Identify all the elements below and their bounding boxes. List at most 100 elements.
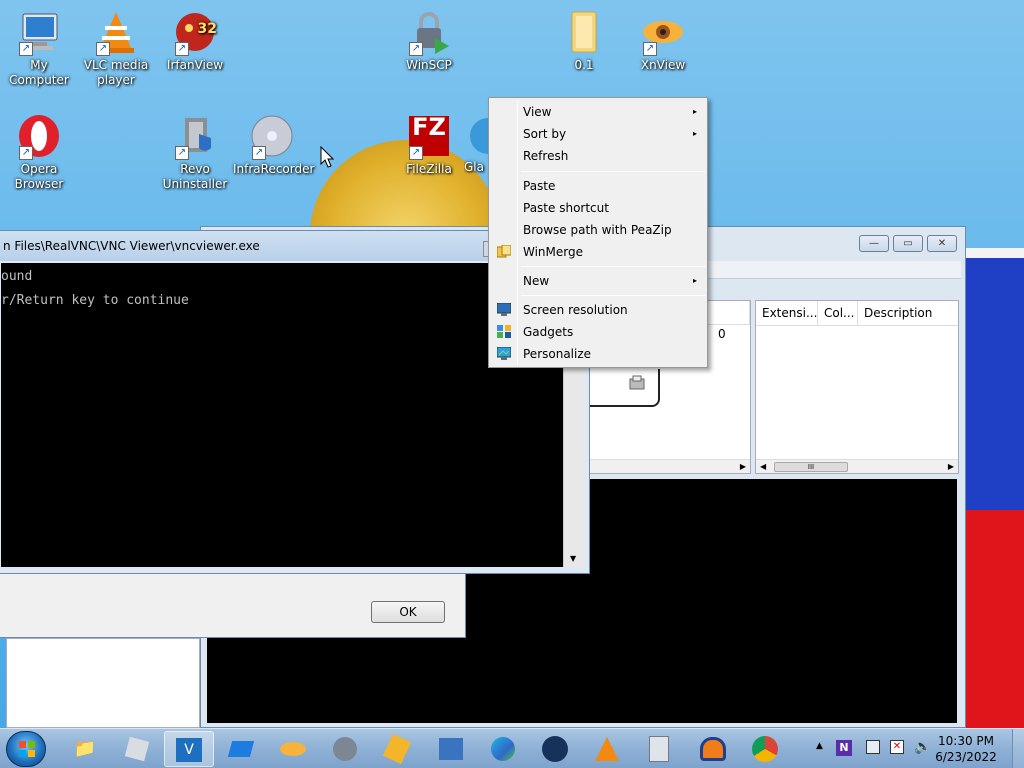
- xnview-icon: ↗: [639, 8, 687, 56]
- taskbar-audacity[interactable]: [688, 731, 738, 767]
- taskbar-explorer[interactable]: 📁: [60, 731, 110, 767]
- menu-item-sort-by[interactable]: Sort by ▸: [491, 123, 705, 145]
- left-white-panel: [6, 638, 200, 728]
- menu-item-view[interactable]: View ▸: [491, 101, 705, 123]
- desktop-icon-filezilla[interactable]: FZ ↗ FileZilla: [390, 112, 468, 177]
- menu-item-paste-shortcut[interactable]: Paste shortcut: [491, 197, 705, 219]
- winmerge-icon: [497, 245, 511, 258]
- desktop-icon-label: IrfanView: [166, 58, 224, 72]
- desktop-icon-label: Opera Browser: [14, 162, 64, 191]
- gadgets-icon: [497, 325, 511, 338]
- desktop-icon-opera[interactable]: ↗ Opera Browser: [0, 112, 78, 192]
- desktop-icon-xnview[interactable]: ↗ XnView: [624, 8, 702, 73]
- taskbar-vscode[interactable]: V: [164, 731, 214, 767]
- system-clock[interactable]: 10:30 PM 6/23/2022: [930, 733, 1002, 765]
- personalize-icon: [497, 347, 511, 360]
- desktop-icon-revo[interactable]: ↗ Revo Uninstaller: [156, 112, 234, 192]
- scroll-right-arrow-icon[interactable]: ▶: [740, 460, 746, 474]
- network-icon: [439, 738, 463, 760]
- desktop-context-menu[interactable]: View ▸ Sort by ▸ Refresh Paste Paste sho…: [488, 97, 708, 368]
- winscp-icon: ↗: [405, 8, 453, 56]
- desktop-icon-label: InfraRecorder: [233, 162, 315, 176]
- explorer-list-right[interactable]: Extensi... Col... Description ◀ III ▶: [755, 300, 959, 474]
- menu-item-screen-resolution[interactable]: Screen resolution: [491, 299, 705, 321]
- taskbar-xnview[interactable]: [268, 731, 318, 767]
- desktop-icon-winscp[interactable]: ↗ WinSCP: [390, 8, 468, 73]
- edge-icon: [491, 737, 515, 761]
- network-tray-icon[interactable]: [866, 740, 880, 754]
- windows-logo-icon: [19, 741, 35, 757]
- desktop-icon-label: My Computer: [9, 58, 69, 87]
- scroll-thumb[interactable]: III: [774, 462, 848, 472]
- scroll-right-arrow-icon[interactable]: ▶: [948, 460, 954, 474]
- minimize-button[interactable]: —: [859, 235, 889, 252]
- submenu-arrow-icon: ▸: [692, 129, 697, 138]
- menu-item-label: Browse path with PeaZip: [523, 223, 672, 237]
- menu-item-gadgets[interactable]: Gadgets: [491, 321, 705, 343]
- taskbar-steam[interactable]: [530, 731, 580, 767]
- clock-time: 10:30 PM: [938, 734, 994, 748]
- taskbar-roblox-studio[interactable]: [216, 731, 266, 767]
- maximize-button[interactable]: ▭: [893, 235, 923, 252]
- taskbar-calculator[interactable]: [634, 731, 684, 767]
- vscode-icon: V: [176, 738, 202, 762]
- calculator-icon: [649, 736, 669, 762]
- horizontal-scrollbar[interactable]: ◀ III ▶: [756, 459, 958, 473]
- flag-white-stripe: [962, 248, 1024, 258]
- column-header-color[interactable]: Col...: [818, 301, 858, 325]
- taskbar-network[interactable]: [426, 731, 476, 767]
- taskbar-chrome[interactable]: [740, 731, 790, 767]
- desktop-icon-irfanview[interactable]: 32 ↗ IrfanView: [156, 8, 234, 73]
- desktop-icon-label: Gla: [464, 160, 484, 174]
- scroll-down-arrow-icon[interactable]: ▼: [570, 554, 576, 563]
- action-center-icon[interactable]: ✕: [890, 740, 904, 754]
- roblox-icon: [124, 736, 150, 762]
- show-desktop-button[interactable]: [1012, 729, 1024, 768]
- infrarecorder-icon: ↗: [248, 112, 296, 160]
- menu-item-new[interactable]: New ▸: [491, 270, 705, 292]
- cell-value: 0: [718, 327, 726, 341]
- desktop-icon-infrarecorder[interactable]: ↗ InfraRecorder: [233, 112, 315, 177]
- desktop-icon-my-computer[interactable]: ↗ My Computer: [0, 8, 78, 88]
- taskbar-vlc[interactable]: [582, 731, 632, 767]
- vlc-cone-icon: ↗: [92, 8, 140, 56]
- column-header-description[interactable]: Description: [858, 301, 958, 325]
- desktop-icon-label: FileZilla: [406, 162, 452, 176]
- taskbar-edge[interactable]: [478, 731, 528, 767]
- mouse-cursor-icon: [320, 146, 334, 168]
- menu-item-refresh[interactable]: Refresh: [491, 145, 705, 167]
- revo-icon: ↗: [171, 112, 219, 160]
- taskbar-roblox[interactable]: [112, 731, 162, 767]
- menu-item-browse-peazip[interactable]: Browse path with PeaZip: [491, 219, 705, 241]
- clock-date: 6/23/2022: [935, 750, 997, 764]
- close-button[interactable]: ✕: [927, 235, 957, 252]
- horizontal-scrollbar[interactable]: ▶: [590, 459, 750, 473]
- ok-button[interactable]: OK: [371, 601, 445, 623]
- desktop-icon-vlc[interactable]: ↗ VLC media player: [77, 8, 155, 88]
- menu-item-paste[interactable]: Paste: [491, 175, 705, 197]
- taskbar-winscp[interactable]: [372, 731, 422, 767]
- desktop-icon-folder[interactable]: 0.1: [545, 8, 623, 73]
- volume-icon[interactable]: 🔈: [914, 739, 931, 755]
- desktop-icon-label: WinSCP: [406, 58, 452, 72]
- message-dialog[interactable]: OK: [0, 568, 466, 638]
- filezilla-glyph: FZ: [412, 113, 446, 141]
- menu-item-personalize[interactable]: Personalize: [491, 343, 705, 365]
- scroll-left-arrow-icon[interactable]: ◀: [760, 460, 766, 474]
- google-earth-pro-icon: [333, 737, 357, 761]
- roblox-studio-icon: [227, 741, 255, 757]
- flag-blue-stripe: [962, 258, 1024, 510]
- opera-icon: ↗: [15, 112, 63, 160]
- menu-item-winmerge[interactable]: WinMerge: [491, 241, 705, 263]
- tray-app-icon[interactable]: N: [836, 740, 852, 756]
- taskbar: 📁 V ▲ N ✕ 🔈 10:30 PM 6/23/2022: [0, 728, 1024, 768]
- start-button[interactable]: [6, 731, 46, 767]
- menu-item-label: Screen resolution: [523, 303, 628, 317]
- computer-icon: ↗: [15, 8, 63, 56]
- column-header-extension[interactable]: Extensi...: [756, 301, 818, 325]
- menu-item-label: Gadgets: [523, 325, 574, 339]
- show-hidden-icons-button[interactable]: ▲: [816, 741, 823, 751]
- menu-item-label: WinMerge: [523, 245, 583, 259]
- menu-item-label: Sort by: [523, 127, 567, 141]
- taskbar-google-earth-pro[interactable]: [320, 731, 370, 767]
